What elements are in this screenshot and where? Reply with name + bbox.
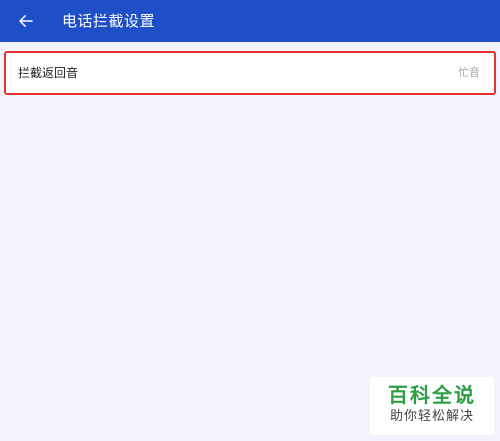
watermark-subtitle: 助你轻松解决 (389, 409, 474, 424)
setting-value: 忙音 (458, 66, 480, 79)
watermark-title: 百科全说 (388, 383, 476, 407)
setting-row-intercept-tone[interactable]: 拦截返回音 忙音 (4, 51, 496, 95)
watermark-logo: 百科全说 助你轻松解决 (370, 377, 494, 435)
page-title: 电话拦截设置 (62, 12, 156, 30)
app-bar: 电话拦截设置 (0, 0, 500, 42)
setting-label: 拦截返回音 (18, 66, 79, 80)
arrow-left-icon (19, 15, 33, 27)
back-button[interactable] (12, 7, 40, 35)
